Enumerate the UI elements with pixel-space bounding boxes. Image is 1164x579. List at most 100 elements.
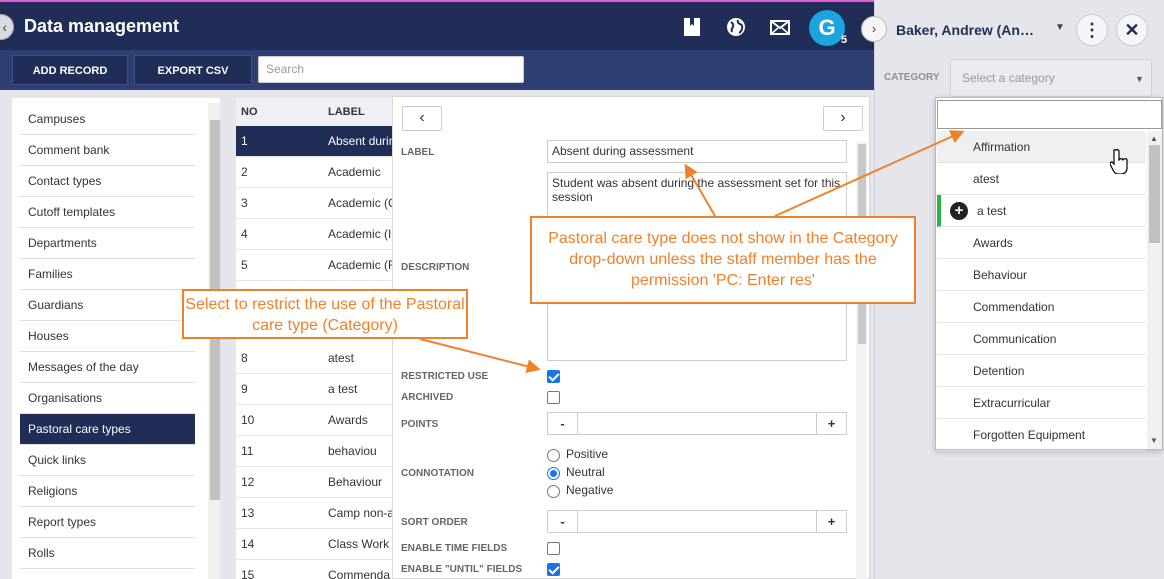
enable-until-fields-checkbox[interactable] xyxy=(547,563,560,576)
sidebar-item-contact-types[interactable]: Contact types xyxy=(20,166,195,197)
dropdown-option[interactable]: Communication xyxy=(937,323,1146,355)
row-label: Camp non-a xyxy=(328,506,395,520)
dropdown-scroll-thumb[interactable] xyxy=(1149,145,1160,243)
connotation-positive-label: Positive xyxy=(566,447,609,461)
add-record-button[interactable]: ADD RECORD xyxy=(12,55,128,85)
table-row[interactable]: 2 Academic xyxy=(236,157,396,188)
close-button[interactable]: ✕ xyxy=(1116,14,1148,46)
archived-checkbox[interactable] xyxy=(547,391,560,404)
sidebar-item-departments[interactable]: Departments xyxy=(20,228,195,259)
row-no: 12 xyxy=(241,475,255,489)
enable-time-fields-caption: ENABLE TIME FIELDS xyxy=(401,543,508,554)
sidebar-item-comment-bank[interactable]: Comment bank xyxy=(20,135,195,166)
row-label: Academic (C xyxy=(328,196,396,210)
student-name[interactable]: Baker, Andrew (An… xyxy=(896,22,1034,38)
table-row[interactable]: 11 behaviou xyxy=(236,436,396,467)
category-select[interactable]: Select a category xyxy=(950,59,1152,97)
more-options-button[interactable]: ⋮ xyxy=(1076,14,1108,46)
table-row[interactable]: 1 Absent durin xyxy=(236,126,396,157)
notification-badge: 5 xyxy=(840,34,848,46)
sidebar-item-pastoral-care-types[interactable]: Pastoral care types xyxy=(20,414,195,445)
row-label: Academic (F xyxy=(328,258,396,272)
table-row[interactable]: 5 Academic (F xyxy=(236,250,396,281)
table-row[interactable]: 14 Class Work xyxy=(236,529,396,560)
connotation-neutral-radio[interactable] xyxy=(547,467,560,480)
row-no: 1 xyxy=(241,134,248,148)
connotation-neutral-label: Neutral xyxy=(566,465,605,479)
row-no: 11 xyxy=(241,444,254,458)
sidebar-item-houses[interactable]: Houses xyxy=(20,321,195,352)
column-header-label[interactable]: LABEL xyxy=(328,106,365,118)
globe-icon[interactable] xyxy=(725,16,747,38)
archived-caption: ARCHIVED xyxy=(401,392,454,403)
dropdown-option[interactable]: Forgotten Equipment xyxy=(937,419,1146,451)
row-no: 10 xyxy=(241,413,255,427)
dropdown-option-restricted[interactable]: + a test xyxy=(937,195,1146,227)
sidebar-item-rolls[interactable]: Rolls xyxy=(20,538,195,569)
category-filter-input[interactable] xyxy=(937,100,1162,129)
sidebar-item-religions[interactable]: Religions xyxy=(20,476,195,507)
table-row[interactable]: 12 Behaviour xyxy=(236,467,396,498)
points-decrement-button[interactable]: - xyxy=(548,413,578,434)
row-no: 5 xyxy=(241,258,248,272)
callout-restrict: Select to restrict the use of the Pastor… xyxy=(182,289,468,339)
table-row[interactable]: 10 Awards xyxy=(236,405,396,436)
next-record-button[interactable]: › xyxy=(823,106,863,131)
table-row[interactable]: 8 atest xyxy=(236,343,396,374)
label-field[interactable]: Absent during assessment xyxy=(547,140,847,163)
table-row[interactable]: 4 Academic (I xyxy=(236,219,396,250)
sidebar-item-families[interactable]: Families xyxy=(20,259,195,290)
row-label: Behaviour xyxy=(328,475,383,489)
restricted-use-caption: RESTRICTED USE xyxy=(401,371,489,382)
connotation-caption: CONNOTATION xyxy=(401,468,474,479)
sidebar-item-messages-of-the-day[interactable]: Messages of the day xyxy=(20,352,195,383)
dropdown-option[interactable]: Commendation xyxy=(937,291,1146,323)
bookmark-icon[interactable] xyxy=(681,16,703,38)
dropdown-option[interactable]: Extracurricular xyxy=(937,387,1146,419)
sort-order-stepper[interactable]: - + xyxy=(547,510,847,533)
row-no: 8 xyxy=(241,351,248,365)
chevron-down-icon[interactable]: ▼ xyxy=(1055,22,1065,33)
sidebar-item-cutoff-templates[interactable]: Cutoff templates xyxy=(20,197,195,228)
sidebar-item-campuses[interactable]: Campuses xyxy=(20,104,195,135)
scroll-down-icon[interactable]: ▼ xyxy=(1150,436,1158,445)
points-stepper[interactable]: - + xyxy=(547,412,847,435)
panel-toggle-button[interactable]: › xyxy=(861,16,887,42)
connotation-negative-radio[interactable] xyxy=(547,485,560,498)
sort-increment-button[interactable]: + xyxy=(816,511,846,532)
toolbar: ADD RECORD EXPORT CSV Search xyxy=(0,50,874,90)
dropdown-option[interactable]: Behaviour xyxy=(937,259,1146,291)
description-caption: DESCRIPTION xyxy=(401,262,470,273)
collapse-left-button[interactable]: ‹ xyxy=(0,14,14,40)
app-header: ‹ Data management G 5 xyxy=(0,0,874,50)
sidebar-item-report-types[interactable]: Report types xyxy=(20,507,195,538)
row-label: behaviou xyxy=(328,444,377,458)
sidebar-item-organisations[interactable]: Organisations xyxy=(20,383,195,414)
row-no: 15 xyxy=(241,568,255,579)
table-row[interactable]: 9 a test xyxy=(236,374,396,405)
table-row[interactable]: 3 Academic (C xyxy=(236,188,396,219)
sort-decrement-button[interactable]: - xyxy=(548,511,578,532)
sidebar-item-quick-links[interactable]: Quick links xyxy=(20,445,195,476)
dropdown-option[interactable]: Awards xyxy=(937,227,1146,259)
row-label: atest xyxy=(328,351,355,365)
caret-down-icon: ▼ xyxy=(1135,74,1144,84)
enable-time-fields-checkbox[interactable] xyxy=(547,542,560,555)
sort-order-caption: SORT ORDER xyxy=(401,517,468,528)
search-input[interactable]: Search xyxy=(258,56,524,83)
restricted-use-checkbox[interactable] xyxy=(547,370,560,383)
dropdown-option[interactable]: Detention xyxy=(937,355,1146,387)
category-caption: CATEGORY xyxy=(884,72,940,83)
sidebar-item-guardians[interactable]: Guardians xyxy=(20,290,195,321)
points-increment-button[interactable]: + xyxy=(816,413,846,434)
page-title: Data management xyxy=(24,16,180,36)
scroll-up-icon[interactable]: ▲ xyxy=(1150,134,1158,143)
mail-icon[interactable] xyxy=(769,16,791,38)
table-row[interactable]: 15 Commenda xyxy=(236,560,396,579)
export-csv-button[interactable]: EXPORT CSV xyxy=(134,55,252,85)
previous-record-button[interactable]: ‹ xyxy=(402,106,442,131)
row-no: 3 xyxy=(241,196,248,210)
connotation-positive-radio[interactable] xyxy=(547,449,560,462)
column-header-no[interactable]: NO xyxy=(241,106,258,118)
table-row[interactable]: 13 Camp non-a xyxy=(236,498,396,529)
